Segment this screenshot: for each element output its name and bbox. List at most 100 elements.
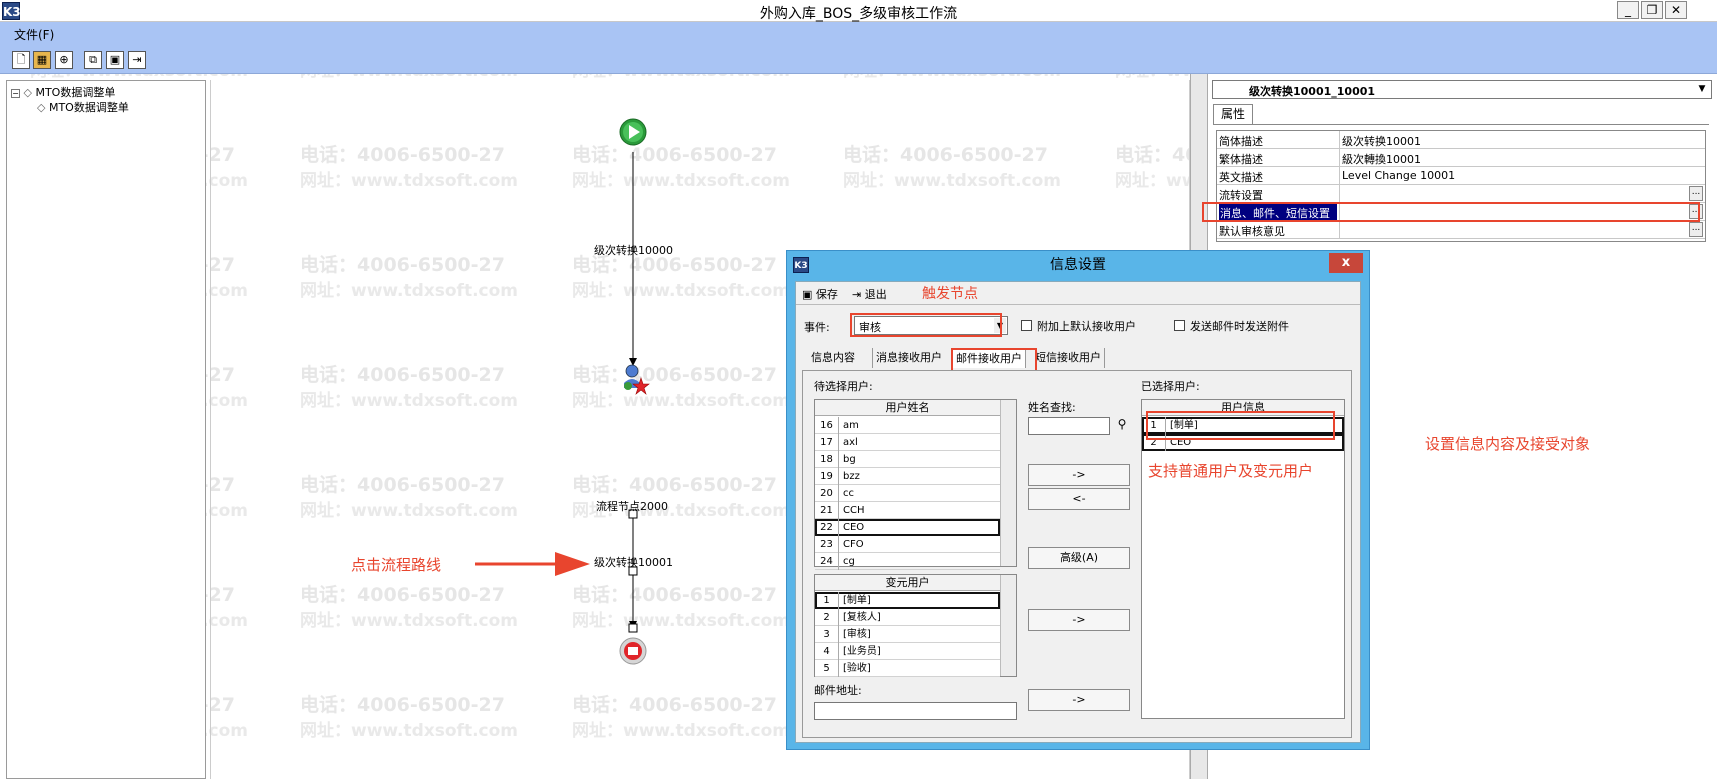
attach-default-label: 附加上默认接收用户 xyxy=(1037,320,1136,333)
table-row[interactable]: 1 [制单] xyxy=(1142,417,1344,434)
table-row[interactable]: 19 bzz xyxy=(815,468,1000,485)
selected-users-label: 已选择用户: xyxy=(1141,380,1200,393)
pending-users-label: 待选择用户: xyxy=(814,380,873,393)
prop-row-flow-setting[interactable]: 流转设置... xyxy=(1217,185,1705,203)
chevron-down-icon[interactable]: ▼ xyxy=(994,318,1006,333)
row-number: 21 xyxy=(815,502,839,519)
tab-underline xyxy=(1213,124,1709,125)
search-input[interactable] xyxy=(1028,417,1110,435)
prop-value: 級次轉換10001 xyxy=(1342,153,1421,166)
table-row[interactable]: 23 CFO xyxy=(815,536,1000,553)
row-number: 3 xyxy=(815,626,839,643)
dialog-title-bar: K3 信息设置 xyxy=(787,251,1369,279)
ellipsis-button[interactable]: ... xyxy=(1689,186,1703,201)
row-number: 1 xyxy=(1142,417,1166,434)
dialog-title: 信息设置 xyxy=(1050,257,1106,273)
approval-node-icon[interactable] xyxy=(624,364,650,395)
table-row[interactable]: 4 [业务员] xyxy=(815,643,1000,660)
prop-row-traditional[interactable]: 繁体描述 級次轉換10001 xyxy=(1217,149,1705,167)
save-icon: ▣ xyxy=(802,288,813,301)
prop-value: Level Change 10001 xyxy=(1342,169,1456,182)
row-value: cg xyxy=(843,556,855,567)
add-variable-user-button[interactable]: -> xyxy=(1028,609,1130,631)
row-number: 17 xyxy=(815,434,839,451)
prop-row-default-opinion[interactable]: 默认审核意见... xyxy=(1217,221,1705,239)
prop-key: 默认审核意见 xyxy=(1219,225,1285,238)
annotation-set-info: 设置信息内容及接受对象 xyxy=(1425,435,1591,453)
info-settings-dialog: K3 信息设置 x ▣ 保存 ⇥ 退出 触发节点 事件: 审核 ▼ 附加上默认接… xyxy=(786,250,1370,750)
attach-default-checkbox[interactable] xyxy=(1021,320,1032,331)
table-row[interactable]: 2 CEO xyxy=(1142,434,1344,451)
tab-info-content[interactable]: 信息内容 xyxy=(808,348,858,368)
pending-users-grid: 用户姓名 16 am 17 axl 18 bg 19 bzz 20 cc 21 CCH 22 CEO 23 C… xyxy=(814,399,1017,570)
start-node-icon[interactable] xyxy=(619,118,647,146)
prop-row-english[interactable]: 英文描述 Level Change 10001 xyxy=(1217,167,1705,185)
send-attachment-checkbox[interactable] xyxy=(1174,320,1185,331)
annotation-arrowhead xyxy=(555,552,590,576)
tab-email-users[interactable]: 邮件接收用户 xyxy=(952,348,1026,368)
route-label-top[interactable]: 级次转换10000 xyxy=(594,242,673,258)
advanced-button[interactable]: 高级(A) xyxy=(1028,547,1130,569)
table-row[interactable]: 18 bg xyxy=(815,451,1000,468)
row-value: CCH xyxy=(843,505,865,516)
table-row[interactable]: 16 am xyxy=(815,417,1000,434)
node-select[interactable]: 级次转换10001_10001 ▼ xyxy=(1212,80,1712,99)
tab-message-users[interactable]: 消息接收用户 xyxy=(872,348,945,368)
dialog-exit-button[interactable]: ⇥ 退出 xyxy=(852,286,887,302)
exit-label: 退出 xyxy=(864,288,887,301)
row-value: CEO xyxy=(843,522,865,533)
toolbar-divider xyxy=(796,304,1360,305)
row-value: axl xyxy=(843,437,858,448)
table-row[interactable]: 17 axl xyxy=(815,434,1000,451)
property-grid: 简体描述 级次转换10001 繁体描述 級次轉換10001 英文描述 Level Ch… xyxy=(1216,130,1706,242)
table-row[interactable]: 1 [制单] xyxy=(815,592,1000,609)
row-number: 20 xyxy=(815,485,839,502)
row-number: 23 xyxy=(815,536,839,553)
row-value: bzz xyxy=(843,471,860,482)
dialog-save-button[interactable]: ▣ 保存 xyxy=(802,286,838,302)
route-label-bottom[interactable]: 级次转换10001 xyxy=(594,554,673,570)
remove-user-button[interactable]: <- xyxy=(1028,488,1130,510)
route-handle[interactable] xyxy=(628,623,638,633)
table-row[interactable]: 22 CEO xyxy=(815,519,1000,536)
table-row[interactable]: 2 [复核人] xyxy=(815,609,1000,626)
event-select[interactable]: 审核 ▼ xyxy=(854,316,1008,335)
annotation-trigger: 触发节点 xyxy=(922,286,978,302)
node-select-value: 级次转换10001_10001 xyxy=(1249,85,1376,98)
end-node-icon[interactable] xyxy=(619,637,647,665)
event-label: 事件: xyxy=(804,321,830,334)
prop-key: 繁体描述 xyxy=(1219,153,1263,166)
users-header: 用户姓名 xyxy=(815,400,1000,416)
ellipsis-button[interactable]: ... xyxy=(1689,222,1703,237)
var-users-header: 变元用户 xyxy=(815,575,1000,591)
row-number: 19 xyxy=(815,468,839,485)
dialog-body: ▣ 保存 ⇥ 退出 触发节点 事件: 审核 ▼ 附加上默认接收用户 发送邮件时发… xyxy=(795,281,1361,743)
close-icon[interactable]: x xyxy=(1329,253,1363,273)
table-row[interactable]: 24 cg xyxy=(815,553,1000,570)
ellipsis-button[interactable]: ... xyxy=(1689,204,1703,219)
add-email-button[interactable]: -> xyxy=(1028,689,1130,711)
row-number: 2 xyxy=(815,609,839,626)
prop-key: 流转设置 xyxy=(1219,189,1263,202)
email-field[interactable] xyxy=(814,702,1017,720)
prop-row-simplified[interactable]: 简体描述 级次转换10001 xyxy=(1217,131,1705,149)
tab-sms-users[interactable]: 短信接收用户 xyxy=(1032,348,1105,368)
table-row[interactable]: 20 cc xyxy=(815,485,1000,502)
add-user-button[interactable]: -> xyxy=(1028,464,1130,486)
table-row[interactable]: 3 [审核] xyxy=(815,626,1000,643)
table-row[interactable]: 5 [验收] xyxy=(815,660,1000,677)
prop-row-message-setting[interactable]: 消息、邮件、短信设置... xyxy=(1217,203,1705,222)
chevron-down-icon[interactable]: ▼ xyxy=(1695,82,1709,97)
email-label: 邮件地址: xyxy=(814,684,862,697)
row-value: [制单] xyxy=(843,595,871,606)
variable-users-grid: 变元用户 1 [制单] 2 [复核人] 3 [审核] 4 [业务员] 5 [验收] xyxy=(814,574,1017,677)
workflow-designer-window: 电话：4006-6500-27 网址：www.tdxsoft.com 电话：4006… xyxy=(0,0,1717,779)
scrollbar[interactable] xyxy=(1000,575,1016,676)
table-row[interactable]: 21 CCH xyxy=(815,502,1000,519)
node-label-mid[interactable]: 流程节点2000 xyxy=(596,498,668,514)
scrollbar[interactable] xyxy=(1000,400,1016,566)
dialog-logo-icon: K3 xyxy=(793,257,809,273)
row-value: CFO xyxy=(843,539,864,550)
tab-properties[interactable]: 属性 xyxy=(1213,104,1253,124)
binoculars-icon[interactable]: ⚲ xyxy=(1113,417,1131,435)
